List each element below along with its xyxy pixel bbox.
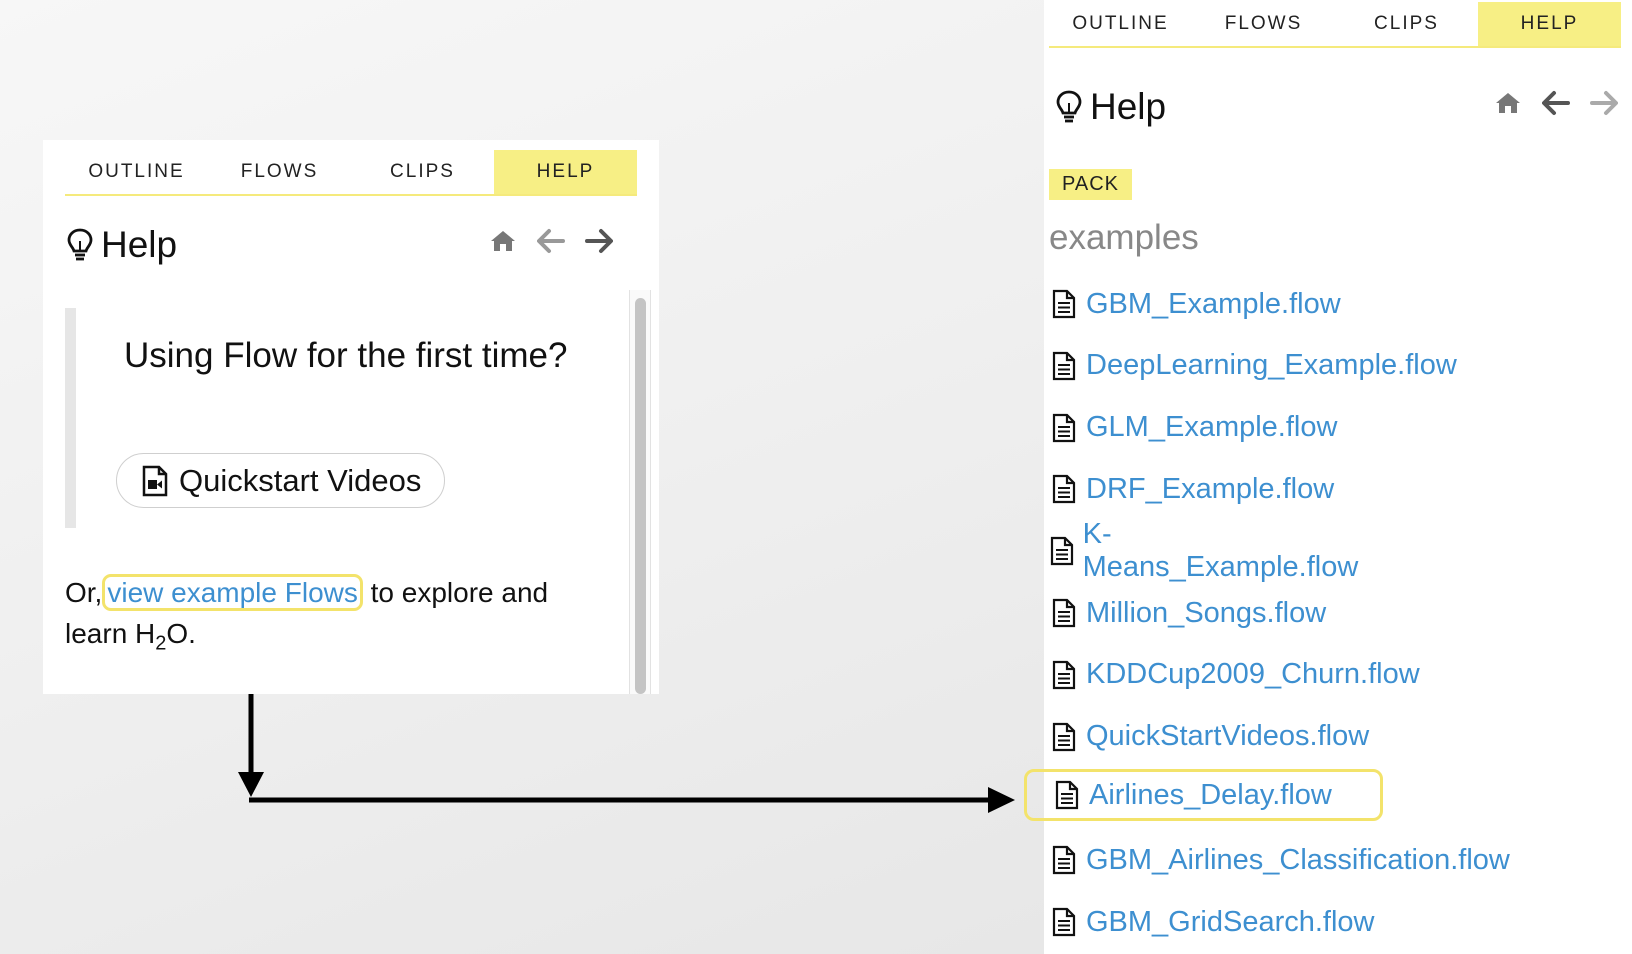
connector-arrow xyxy=(238,694,1015,813)
